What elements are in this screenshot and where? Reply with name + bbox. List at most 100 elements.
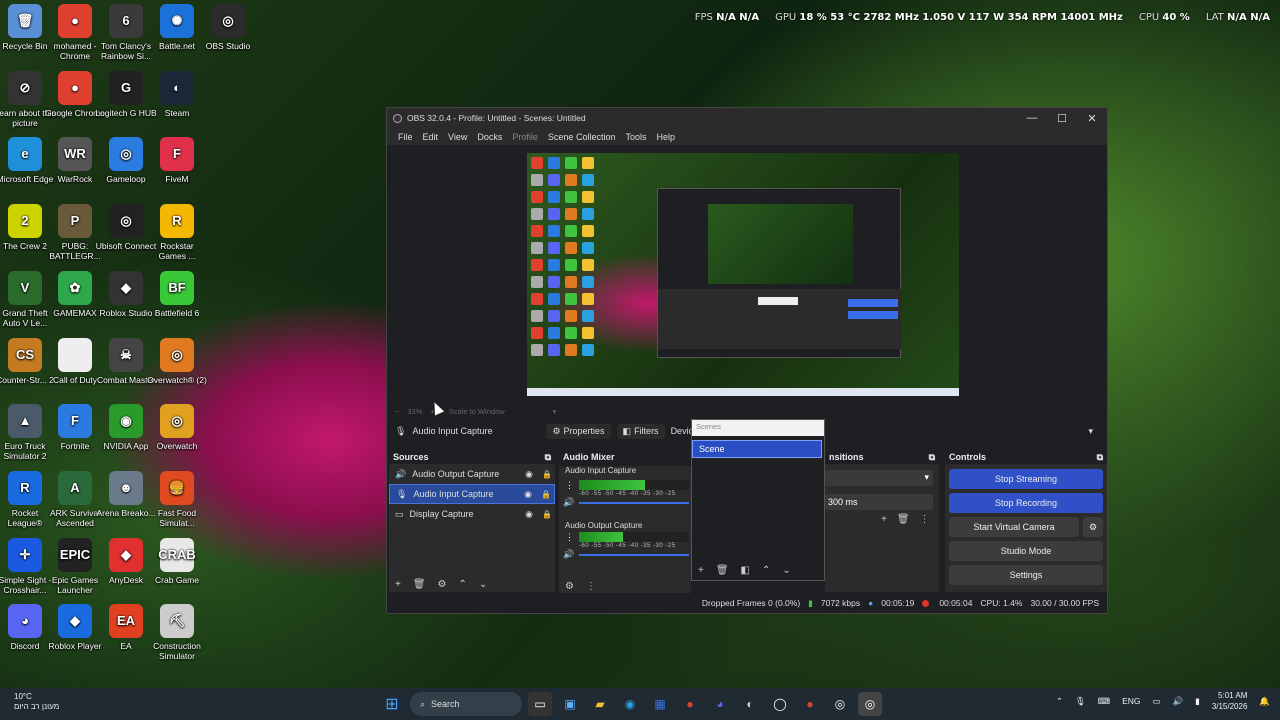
lock-icon[interactable]: 🔒 bbox=[538, 490, 554, 499]
source-item[interactable]: ▭ Display Capture ◉ 🔒 bbox=[389, 504, 555, 524]
dock-float-icon[interactable]: ⧉ bbox=[929, 452, 935, 463]
steam-icon[interactable]: ◐ bbox=[738, 692, 762, 716]
transition-select[interactable]: ▾ bbox=[825, 470, 933, 486]
search-input[interactable]: ⌕ Search bbox=[410, 692, 522, 716]
minimize-button[interactable]: — bbox=[1017, 112, 1047, 125]
clock[interactable]: 5:01 AM 3/15/2026 bbox=[1212, 690, 1248, 712]
desktop-icon[interactable]: R Rockstar Games ... bbox=[146, 204, 208, 261]
move-up-icon[interactable]: ⌃ bbox=[762, 565, 770, 576]
language-indicator[interactable]: ENG bbox=[1122, 696, 1140, 706]
start-button[interactable]: ⊞ bbox=[380, 692, 404, 716]
studio-mode-button[interactable]: Studio Mode bbox=[949, 541, 1103, 561]
file-explorer-icon[interactable]: ▰ bbox=[588, 692, 612, 716]
desktop-icon[interactable]: 🍔 Fast Food Simulat... bbox=[146, 470, 208, 528]
device-dropdown-label[interactable]: Devic bbox=[671, 426, 694, 436]
scenes-title[interactable]: Scenes bbox=[692, 420, 824, 436]
desktop-icon[interactable]: ◎ Overwatch® (2) bbox=[146, 337, 208, 385]
scene-item[interactable]: Scene bbox=[692, 440, 822, 458]
chrome-icon[interactable]: ● bbox=[678, 692, 702, 716]
add-transition-icon[interactable]: + bbox=[881, 514, 887, 525]
obs-logo-icon bbox=[393, 113, 402, 123]
desktop-icon[interactable]: F FiveM bbox=[146, 137, 208, 184]
source-item[interactable]: 🔊 Audio Output Capture ◉ 🔒 bbox=[389, 464, 555, 484]
menu-help[interactable]: Help bbox=[651, 132, 680, 142]
properties-button[interactable]: ⚙ Properties bbox=[546, 423, 611, 439]
weather-widget[interactable]: 10°C מעונן רב היום bbox=[14, 692, 59, 712]
eye-icon[interactable]: ◉ bbox=[525, 509, 533, 520]
lock-icon[interactable]: 🔒 bbox=[539, 510, 555, 519]
move-up-icon[interactable]: ⌃ bbox=[459, 579, 467, 590]
mic-icon[interactable]: 🎙 bbox=[1075, 696, 1086, 707]
duration-field[interactable]: 300 ms bbox=[825, 494, 933, 510]
desktop-icon[interactable]: ◎ OBS Studio bbox=[197, 4, 259, 51]
kebab-icon[interactable]: ⋮ bbox=[920, 514, 930, 525]
desktop-icon[interactable]: ⛏ Construction Simulator bbox=[146, 604, 208, 661]
add-source-icon[interactable]: + bbox=[395, 579, 401, 590]
chevron-down-icon[interactable]: ▾ bbox=[553, 407, 557, 416]
settings-button[interactable]: Settings bbox=[949, 565, 1103, 585]
task-view-icon[interactable]: ▭ bbox=[528, 692, 552, 716]
dock-float-icon[interactable]: ⧉ bbox=[1097, 452, 1103, 463]
menu-edit[interactable]: Edit bbox=[418, 132, 444, 142]
obs-titlebar[interactable]: OBS 32.0.4 - Profile: Untitled - Scenes:… bbox=[387, 108, 1107, 128]
speaker-icon[interactable]: 🔊 bbox=[563, 497, 574, 508]
input-volume-slider[interactable] bbox=[579, 502, 689, 504]
speaker-icon[interactable]: 🔊 bbox=[563, 549, 574, 560]
scale-mode[interactable]: Scale to Window bbox=[449, 407, 505, 416]
mixer-settings-icon[interactable]: ⚙ bbox=[565, 581, 574, 592]
filter-icon[interactable]: ◧ bbox=[741, 565, 750, 576]
add-scene-icon[interactable]: + bbox=[698, 565, 704, 576]
desktop-icon[interactable]: BF Battlefield 6 bbox=[146, 270, 208, 318]
speaker-icon[interactable]: 🔊 bbox=[1173, 696, 1184, 707]
move-down-icon[interactable]: ⌄ bbox=[782, 565, 790, 576]
notification-icon[interactable]: 🔔 bbox=[1259, 696, 1270, 707]
trash-icon[interactable]: 🗑 bbox=[897, 514, 910, 525]
kebab-icon[interactable]: ⋮ bbox=[586, 581, 596, 592]
app-icon[interactable]: ◎ bbox=[828, 692, 852, 716]
virtual-camera-settings-icon[interactable]: ⚙ bbox=[1083, 517, 1103, 537]
store-icon[interactable]: ▣ bbox=[558, 692, 582, 716]
zoom-out-icon[interactable]: − bbox=[395, 407, 399, 416]
output-volume-slider[interactable] bbox=[579, 554, 689, 556]
start-virtual-camera-button[interactable]: Start Virtual Camera bbox=[949, 517, 1079, 537]
discord-icon[interactable]: ◕ bbox=[708, 692, 732, 716]
keyboard-icon[interactable]: ⌨ bbox=[1098, 696, 1110, 707]
lock-icon[interactable]: 🔒 bbox=[539, 470, 555, 479]
trash-icon[interactable]: 🗑 bbox=[413, 579, 426, 590]
chevron-down-icon[interactable]: ▾ bbox=[1088, 426, 1093, 437]
desktop-icon[interactable]: ◐ Steam bbox=[146, 70, 208, 118]
maximize-button[interactable]: ☐ bbox=[1047, 112, 1077, 125]
eye-icon[interactable]: ◉ bbox=[524, 489, 532, 500]
eye-icon[interactable]: ◉ bbox=[525, 469, 533, 480]
trash-icon[interactable]: 🗑 bbox=[716, 565, 729, 576]
source-item[interactable]: 🎙 Audio Input Capture ◉ 🔒 bbox=[389, 484, 555, 504]
chevron-up-icon[interactable]: ⌃ bbox=[1056, 696, 1063, 707]
app-icon[interactable]: ◯ bbox=[768, 692, 792, 716]
menu-file[interactable]: File bbox=[393, 132, 418, 142]
chrome-icon[interactable]: ● bbox=[798, 692, 822, 716]
menu-docks[interactable]: Docks bbox=[472, 132, 507, 142]
stop-recording-button[interactable]: Stop Recording bbox=[949, 493, 1103, 513]
filters-button[interactable]: ◧ Filters bbox=[616, 423, 665, 439]
menu-tools[interactable]: Tools bbox=[620, 132, 651, 142]
scenes-dock-floating[interactable]: Scenes Scene + 🗑 ◧ ⌃ ⌄ bbox=[691, 419, 825, 581]
desktop-icon[interactable]: ◎ Overwatch bbox=[146, 404, 208, 451]
edge-icon[interactable]: ◉ bbox=[618, 692, 642, 716]
menu-scene-collection[interactable]: Scene Collection bbox=[543, 132, 621, 142]
close-button[interactable]: ✕ bbox=[1077, 112, 1107, 125]
gear-icon[interactable]: ⚙ bbox=[438, 579, 447, 590]
move-down-icon[interactable]: ⌄ bbox=[479, 579, 487, 590]
kebab-icon[interactable]: ⋮ bbox=[565, 532, 574, 543]
battery-icon[interactable]: ▮ bbox=[1195, 696, 1200, 707]
app-icon[interactable]: ▦ bbox=[648, 692, 672, 716]
obs-icon[interactable]: ◎ bbox=[858, 692, 882, 716]
display-icon[interactable]: ▭ bbox=[1153, 696, 1161, 707]
preview-canvas[interactable] bbox=[527, 153, 959, 396]
menu-profile[interactable]: Profile bbox=[507, 132, 543, 142]
preview-area[interactable] bbox=[387, 145, 1107, 403]
desktop-icon[interactable]: CRAB Crab Game bbox=[146, 537, 208, 585]
kebab-icon[interactable]: ⋮ bbox=[565, 480, 574, 491]
stop-streaming-button[interactable]: Stop Streaming bbox=[949, 469, 1103, 489]
menu-view[interactable]: View bbox=[443, 132, 472, 142]
dock-float-icon[interactable]: ⧉ bbox=[545, 452, 551, 463]
